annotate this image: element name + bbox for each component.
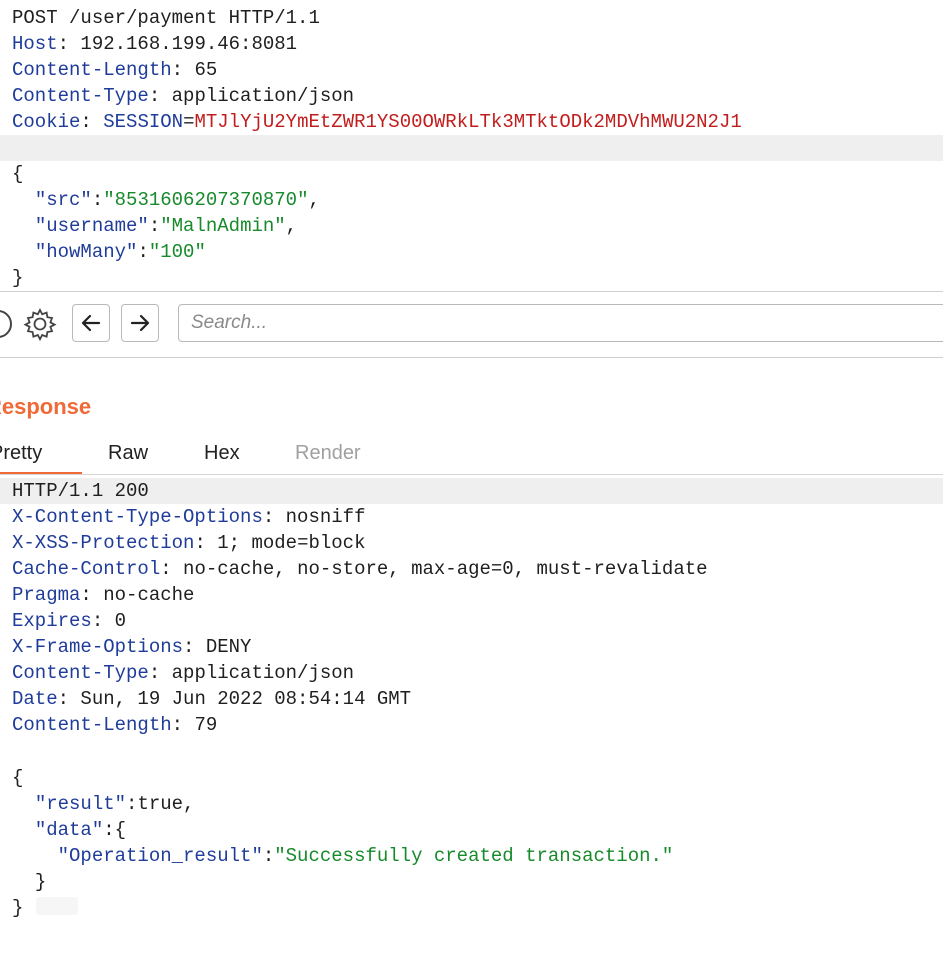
- divider: [0, 474, 943, 475]
- response-header: Content-Length: 79: [12, 714, 218, 736]
- faint-overlay-mark: [36, 897, 78, 915]
- request-body-src: "src":"8531606207370870",: [34, 189, 320, 211]
- header-value: 65: [194, 59, 218, 81]
- response-header: Expires: 0: [12, 610, 127, 632]
- cookie-value: MTJlYjU2YmEtZWR1YS00OWRkLTk3MTktODk2MDVh…: [194, 111, 742, 133]
- back-button[interactable]: [72, 304, 110, 342]
- response-viewer[interactable]: HTTP/1.1 200 X-Content-Type-Options: nos…: [0, 477, 943, 929]
- response-status-line: HTTP/1.1 200: [0, 478, 943, 504]
- header-name: Content-Type: [12, 85, 149, 107]
- divider: [0, 357, 943, 358]
- header-name: Cookie: [12, 111, 81, 133]
- header-value: application/json: [171, 85, 355, 107]
- search-box[interactable]: [178, 304, 943, 342]
- response-body-operation-result: "Operation_result":"Successfully created…: [57, 845, 674, 867]
- response-body-data: "data":{: [34, 819, 127, 841]
- tab-render[interactable]: Render: [295, 432, 361, 474]
- response-header: X-Frame-Options: DENY: [12, 636, 252, 658]
- request-start-line: POST /user/payment HTTP/1.1: [12, 7, 320, 29]
- forward-button[interactable]: [121, 304, 159, 342]
- search-input[interactable]: [179, 305, 943, 341]
- response-header: Date: Sun, 19 Jun 2022 08:54:14 GMT: [12, 688, 412, 710]
- request-header-host: Host: 192.168.199.46:8081: [12, 33, 298, 55]
- response-body-inner-close: }: [34, 871, 47, 893]
- response-body-result: "result":true,: [34, 793, 195, 815]
- request-body-close: }: [12, 267, 24, 289]
- header-name: Content-Length: [12, 59, 172, 81]
- settings-gear-icon[interactable]: [22, 306, 58, 342]
- response-header: Content-Type: application/json: [12, 662, 355, 684]
- tab-raw[interactable]: Raw: [108, 432, 148, 474]
- response-title: Response: [0, 394, 92, 419]
- request-header-cookie: Cookie: SESSION=MTJlYjU2YmEtZWR1YS00OWRk…: [12, 111, 742, 133]
- tab-pretty[interactable]: Pretty: [0, 432, 42, 474]
- response-body-open: {: [12, 767, 24, 789]
- request-body-username: "username":"MalnAdmin",: [34, 215, 298, 237]
- help-icon[interactable]: [0, 308, 14, 340]
- response-header: X-Content-Type-Options: nosniff: [12, 506, 366, 528]
- arrow-left-icon: [81, 314, 101, 332]
- header-name: Host: [12, 33, 58, 55]
- request-body-howmany: "howMany":"100": [34, 241, 206, 263]
- response-header: Cache-Control: no-cache, no-store, max-a…: [12, 558, 708, 580]
- tab-hex[interactable]: Hex: [204, 432, 240, 474]
- request-header-content-type: Content-Type: application/json: [12, 85, 355, 107]
- header-value: 192.168.199.46:8081: [80, 33, 298, 55]
- response-view-tabs: Pretty Raw Hex Render: [0, 432, 943, 476]
- request-body-open: {: [12, 163, 24, 185]
- request-editor[interactable]: POST /user/payment HTTP/1.1 Host: 192.16…: [0, 0, 943, 292]
- request-empty-line: [0, 135, 943, 161]
- cookie-name: SESSION: [103, 111, 184, 133]
- response-body-close: }: [12, 897, 24, 919]
- response-header: X-XSS-Protection: 1; mode=block: [12, 532, 366, 554]
- request-header-content-length: Content-Length: 65: [12, 59, 218, 81]
- arrow-right-icon: [130, 314, 150, 332]
- response-header: Pragma: no-cache: [12, 584, 195, 606]
